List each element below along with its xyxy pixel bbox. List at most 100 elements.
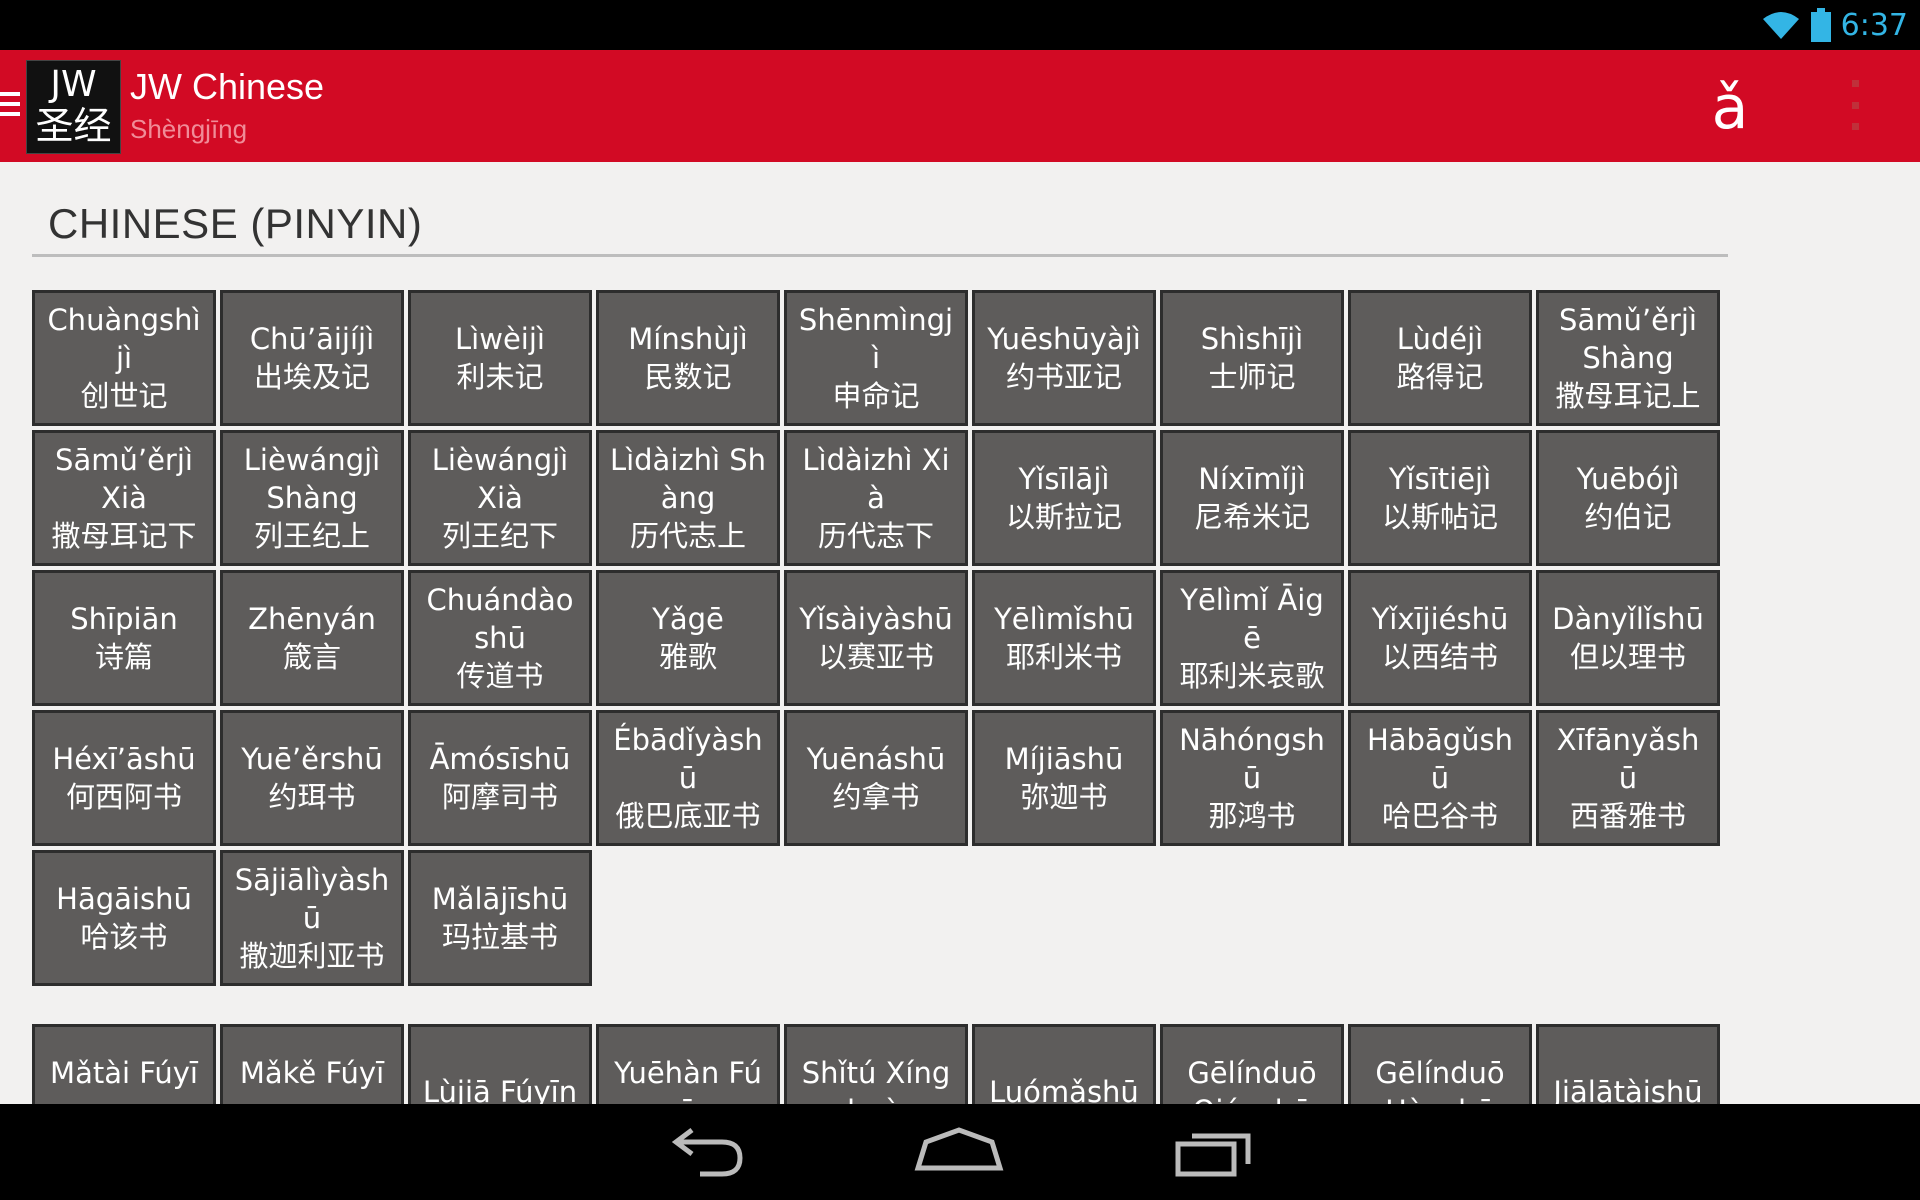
book-pinyin: Mǎtài Fúyīn <box>50 1056 198 1104</box>
book-hanzi: 约珥书 <box>268 780 356 814</box>
book-tile[interactable]: Yēlìmǐshū 耶利米书 <box>972 570 1156 706</box>
book-tile[interactable]: Lìwèijì 利未记 <box>408 290 592 426</box>
book-pinyin: Mǎkě Fúyīn <box>239 1056 385 1104</box>
app-title: JW Chinese <box>130 66 325 107</box>
book-tile[interactable]: Mǎtài Fúyīn <box>32 1024 216 1104</box>
book-tile[interactable]: Shìshījì 士师记 <box>1160 290 1344 426</box>
book-tile[interactable]: Jiālātàishū <box>1536 1024 1720 1104</box>
book-pinyin: Āmósīshū <box>429 742 571 776</box>
back-icon[interactable] <box>660 1122 750 1182</box>
book-hanzi: 创世记 <box>80 379 168 413</box>
book-pinyin: Chuándàoshū <box>426 583 574 655</box>
book-tile[interactable]: Lìdàizhì Xià 历代志下 <box>784 430 968 566</box>
drawer-icon[interactable] <box>0 92 20 122</box>
book-tile[interactable]: Ébādǐyàshū 俄巴底亚书 <box>596 710 780 846</box>
book-tile[interactable]: Xīfānyǎshū 西番雅书 <box>1536 710 1720 846</box>
book-pinyin: Lùdéjì <box>1396 322 1484 356</box>
book-tile[interactable]: Yuēbójì 约伯记 <box>1536 430 1720 566</box>
book-tile[interactable]: Yǐsītiējì 以斯帖记 <box>1348 430 1532 566</box>
book-pinyin: Jiālātàishū <box>1553 1075 1703 1104</box>
book-tile[interactable]: Yǐsàiyàshū 以赛亚书 <box>784 570 968 706</box>
book-hanzi: 申命记 <box>832 379 920 413</box>
book-pinyin: Yuēshūyàjì <box>987 322 1141 356</box>
book-pinyin: Lìdàizhì Xià <box>802 443 950 515</box>
book-tile[interactable]: Yuē’ěrshū 约珥书 <box>220 710 404 846</box>
book-hanzi: 出埃及记 <box>253 360 370 394</box>
book-list-content[interactable]: CHINESE (PINYIN) Chuàngshìjì 创世记 Chū’āijíj… <box>0 162 1920 1104</box>
book-tile[interactable]: Yǐxījiéshū 以西结书 <box>1348 570 1532 706</box>
overflow-menu-icon[interactable] <box>1840 80 1870 130</box>
book-hanzi: 路得记 <box>1396 360 1484 394</box>
book-pinyin: Gēlínduō Hòushū <box>1375 1056 1505 1104</box>
book-tile[interactable]: Lùdéjì 路得记 <box>1348 290 1532 426</box>
home-icon[interactable] <box>914 1122 1004 1182</box>
book-tile[interactable]: Gēlínduō Qiánshū <box>1160 1024 1344 1104</box>
book-tile[interactable]: Shīpiān 诗篇 <box>32 570 216 706</box>
book-hanzi: 撒母耳记下 <box>51 519 197 553</box>
book-tile[interactable]: Hābāgǔshū 哈巴谷书 <box>1348 710 1532 846</box>
book-pinyin: Nāhóngshū <box>1179 723 1325 795</box>
book-hanzi: 箴言 <box>282 640 341 674</box>
book-tile[interactable]: Chuándàoshū 传道书 <box>408 570 592 706</box>
book-tile[interactable]: Luómǎshū <box>972 1024 1156 1104</box>
book-tile[interactable]: Yuēnáshū 约拿书 <box>784 710 968 846</box>
book-hanzi: 约书亚记 <box>1005 360 1122 394</box>
book-pinyin: Dànyǐlǐshū <box>1552 602 1704 636</box>
book-tile[interactable]: Chū’āijíjì 出埃及记 <box>220 290 404 426</box>
book-tile[interactable]: Mínshùjì 民数记 <box>596 290 780 426</box>
book-tile[interactable]: Yēlìmǐ Āigē 耶利米哀歌 <box>1160 570 1344 706</box>
book-tile[interactable]: Yǎgē 雅歌 <box>596 570 780 706</box>
book-pinyin: Sājiālìyàshū <box>234 863 390 935</box>
book-tile[interactable]: Lìdàizhì Shàng 历代志上 <box>596 430 780 566</box>
book-pinyin: Sāmǔ’ěrjì Shàng <box>1559 303 1697 375</box>
book-tile[interactable]: Nāhóngshū 那鸿书 <box>1160 710 1344 846</box>
book-tile[interactable]: Míjiāshū 弥迦书 <box>972 710 1156 846</box>
book-tile[interactable]: Héxī’āshū 何西阿书 <box>32 710 216 846</box>
book-tile[interactable]: Yuēshūyàjì 约书亚记 <box>972 290 1156 426</box>
book-hanzi: 撒母耳记上 <box>1555 379 1701 413</box>
book-pinyin: Níxīmǐjì <box>1198 462 1306 496</box>
book-tile[interactable]: Níxīmǐjì 尼希米记 <box>1160 430 1344 566</box>
book-tile[interactable]: Lièwángjì Xià 列王纪下 <box>408 430 592 566</box>
book-pinyin: Yǎgē <box>652 602 724 636</box>
book-tile[interactable]: Sāmǔ’ěrjì Xià 撒母耳记下 <box>32 430 216 566</box>
book-pinyin: Yuēnáshū <box>806 742 946 776</box>
status-indicators: 6:37 <box>1761 0 1908 50</box>
action-bar: JW 圣经 JW Chinese Shèngjīng ǎ <box>0 50 1920 162</box>
section-title: CHINESE (PINYIN) <box>48 200 423 247</box>
pinyin-toggle-button[interactable]: ǎ <box>1700 68 1760 148</box>
book-tile[interactable]: Āmósīshū 阿摩司书 <box>408 710 592 846</box>
book-pinyin: Shìshījì <box>1200 322 1304 356</box>
book-hanzi: 弥迦书 <box>1020 780 1108 814</box>
book-pinyin: Hābāgǔshū <box>1366 723 1514 795</box>
recents-icon[interactable] <box>1170 1122 1260 1182</box>
book-pinyin: Lìdàizhì Shàng <box>609 443 767 515</box>
battery-icon <box>1810 8 1831 42</box>
book-tile[interactable]: Hāgāishū 哈该书 <box>32 850 216 986</box>
book-tile[interactable]: Shǐtú Xíngzhuàn <box>784 1024 968 1104</box>
book-tile[interactable]: Zhēnyán 箴言 <box>220 570 404 706</box>
book-pinyin: Lùjiā Fúyīn <box>422 1075 578 1104</box>
app-logo[interactable]: JW 圣经 <box>26 60 121 154</box>
book-tile[interactable]: Sājiālìyàshū 撒迦利亚书 <box>220 850 404 986</box>
book-pinyin: Shǐtú Xíngzhuàn <box>801 1056 951 1104</box>
book-tile[interactable]: Yǐsīlājì 以斯拉记 <box>972 430 1156 566</box>
book-tile[interactable]: Chuàngshìjì 创世记 <box>32 290 216 426</box>
book-tile[interactable]: Sāmǔ’ěrjì Shàng 撒母耳记上 <box>1536 290 1720 426</box>
book-hanzi: 何西阿书 <box>65 780 182 814</box>
book-tile[interactable]: Lùjiā Fúyīn <box>408 1024 592 1104</box>
book-hanzi: 尼希米记 <box>1193 500 1310 534</box>
book-pinyin: Zhēnyán <box>248 602 376 636</box>
book-tile[interactable]: Mǎlājīshū 玛拉基书 <box>408 850 592 986</box>
book-tile[interactable]: Dànyǐlǐshū 但以理书 <box>1536 570 1720 706</box>
book-hanzi: 俄巴底亚书 <box>615 799 761 833</box>
book-pinyin: Héxī’āshū <box>52 742 196 776</box>
book-pinyin: Chuàngshìjì <box>47 303 201 375</box>
book-pinyin: Xīfānyǎshū <box>1556 723 1700 795</box>
book-tile[interactable]: Yuēhàn Fúyīn <box>596 1024 780 1104</box>
book-tile[interactable]: Gēlínduō Hòushū <box>1348 1024 1532 1104</box>
book-tile[interactable]: Lièwángjì Shàng 列王纪上 <box>220 430 404 566</box>
book-tile[interactable]: Mǎkě Fúyīn <box>220 1024 404 1104</box>
book-tile[interactable]: Shēnmìngjì 申命记 <box>784 290 968 426</box>
book-hanzi: 雅歌 <box>658 640 717 674</box>
